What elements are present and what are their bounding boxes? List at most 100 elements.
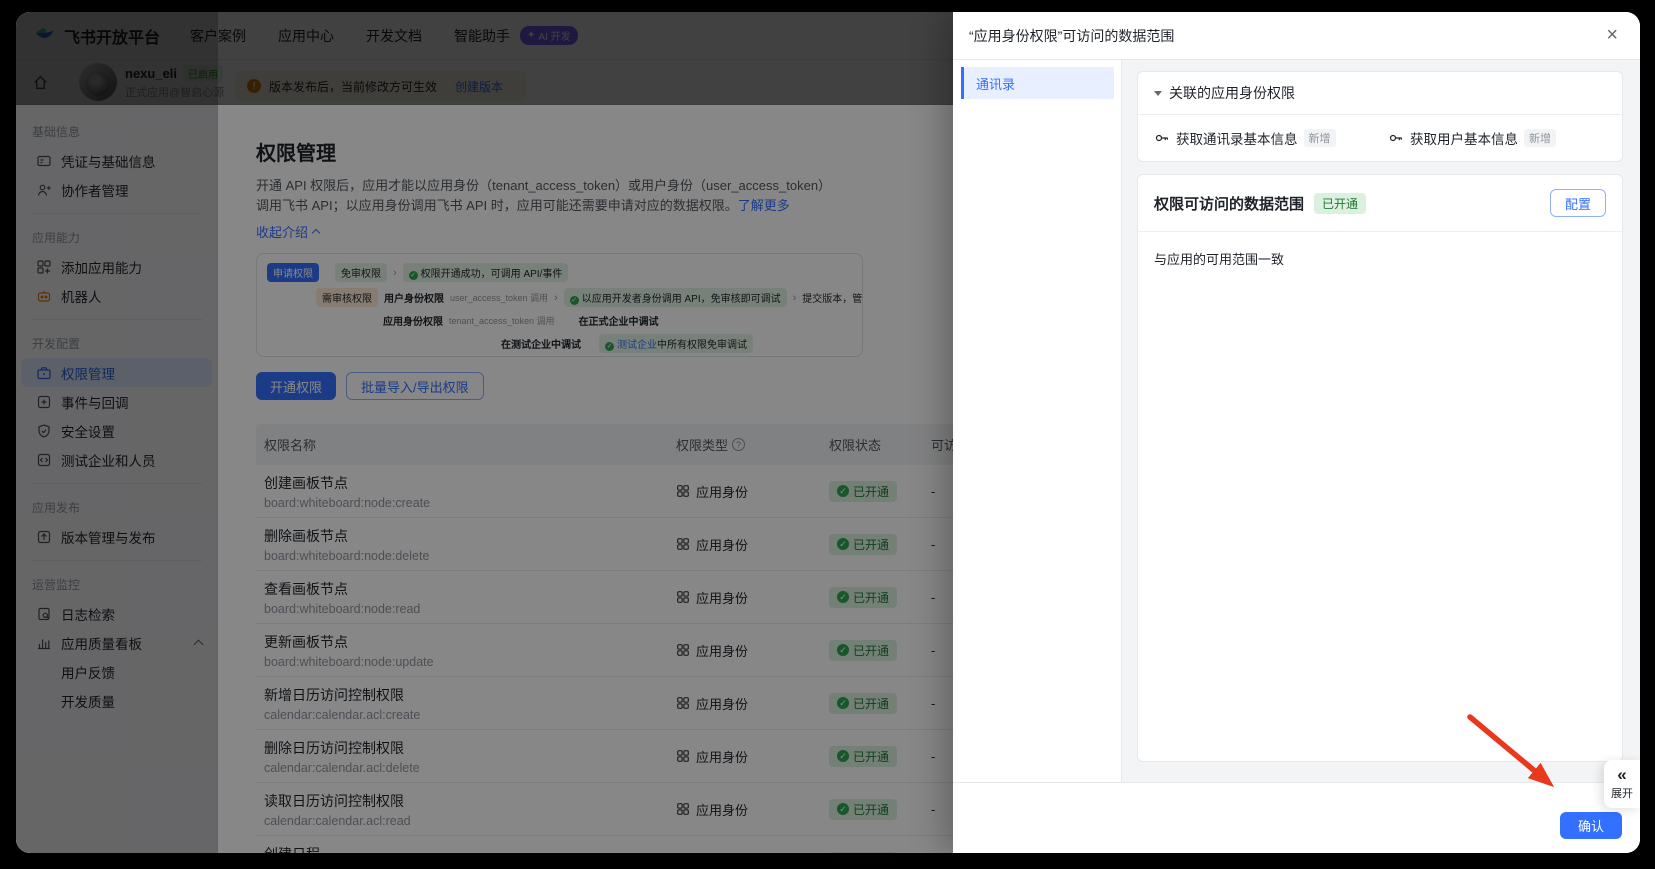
grid-icon	[677, 591, 689, 603]
double-chevron-left-icon: «	[1617, 765, 1627, 784]
sidebar-group-monitoring: 运营监控	[32, 578, 81, 592]
linked-permissions-header[interactable]: 关联的应用身份权限	[1138, 72, 1622, 115]
chevron-up-icon[interactable]	[193, 639, 204, 650]
check-icon: ✓	[837, 697, 849, 709]
sidebar-item-credentials[interactable]: 凭证与基础信息	[21, 146, 212, 175]
open-permission-button[interactable]: 开通权限	[256, 372, 337, 400]
status-badge: ✓已开通	[829, 639, 898, 661]
version-banner: ! 版本发布后，当前修改方可生效 创建版本	[235, 71, 527, 101]
permission-code: board:whiteboard:node:update	[264, 654, 434, 669]
code-square-icon	[37, 453, 51, 466]
action-buttons: 开通权限 批量导入/导出权限	[256, 372, 953, 400]
drawer-nav-contacts[interactable]: 通讯录	[961, 67, 1114, 99]
brand[interactable]: 飞书开放平台	[34, 24, 160, 48]
table-row[interactable]: 删除日历访问控制权限 calendar:calendar.acl:delete 应…	[256, 730, 953, 783]
table-row[interactable]: 新增日历访问控制权限 calendar:calendar.acl:create 应…	[256, 677, 953, 730]
sidebar-item-permissions[interactable]: 权限管理	[21, 358, 212, 387]
scope-value: -	[931, 483, 936, 499]
configure-button[interactable]: 配置	[1549, 189, 1606, 217]
learn-more-link[interactable]: 了解更多	[738, 198, 790, 213]
permission-name: 创建画板节点	[264, 474, 348, 491]
sidebar-item-dev-quality[interactable]: 开发质量	[21, 686, 212, 715]
status-badge: ✓已开通	[829, 798, 898, 820]
sidebar-item-add-capability[interactable]: 添加应用能力	[21, 252, 212, 281]
flow-row-2: 需审核权限 用户身份权限 user_access_token 调用 › ✓ 以应用开…	[316, 288, 862, 307]
home-icon[interactable]	[32, 74, 49, 91]
flow-test-free-badge: ✓ 测试企业中所有权限免审调试	[599, 334, 753, 353]
table-row[interactable]: 创建画板节点 board:whiteboard:node:create 应用身份 …	[256, 465, 953, 518]
sidebar-item-events[interactable]: 事件与回调	[21, 387, 212, 416]
nav-item-app-center[interactable]: 应用中心	[278, 26, 334, 46]
permission-code: calendar:calendar.acl:read	[264, 813, 411, 828]
data-scope-drawer: “应用身份权限”可访问的数据范围 × 通讯录 关联的应用身份权限 获取通讯录基本…	[953, 12, 1640, 853]
data-scope-body: 与应用的可用范围一致	[1154, 252, 1285, 267]
sidebar-group-release: 应用发布	[32, 501, 81, 515]
permission-name: 更新画板节点	[264, 633, 348, 650]
data-scope-title: 权限可访问的数据范围	[1154, 195, 1305, 213]
check-icon: ✓	[605, 342, 614, 351]
permission-name: 删除日历访问控制权限	[264, 739, 404, 756]
table-row[interactable]: 读取日历访问控制权限 calendar:calendar.acl:read 应用身…	[256, 783, 953, 836]
sidebar-item-collaborators[interactable]: 协作者管理	[21, 175, 212, 204]
sidebar-item-log-search[interactable]: 日志检索	[21, 599, 212, 628]
enabled-badge: 已启用	[183, 64, 224, 82]
close-icon[interactable]: ×	[1606, 24, 1618, 47]
sidebar-item-security[interactable]: 安全设置	[21, 416, 212, 445]
test-org-link[interactable]: 测试企业	[617, 340, 657, 351]
col-permission-status: 权限状态	[829, 438, 882, 453]
key-icon	[1389, 134, 1402, 142]
col-permission-name: 权限名称	[264, 438, 317, 453]
avatar[interactable]	[79, 63, 117, 101]
check-icon: ✓	[837, 644, 849, 656]
nav-item-docs[interactable]: 开发文档	[366, 26, 422, 46]
sidebar-item-bot[interactable]: 机器人	[21, 281, 212, 310]
expand-tab[interactable]: « 展开	[1604, 760, 1640, 808]
status-badge: ✓已开通	[829, 533, 898, 555]
upload-square-icon	[37, 530, 51, 543]
app-window: 飞书开放平台 客户案例 应用中心 开发文档 智能助手 ✦ AI 开发 nexu_…	[16, 12, 1640, 853]
scope-value: -	[931, 536, 936, 552]
create-version-link[interactable]: 创建版本	[455, 78, 503, 95]
scope-value: -	[931, 642, 936, 658]
table-row[interactable]: 创建日程calendar:calendar.event:create 应用身份 …	[256, 836, 953, 853]
drawer-footer: 确认	[953, 782, 1640, 853]
flow-no-review-badge: 免审权限	[335, 263, 387, 282]
table-row[interactable]: 删除画板节点 board:whiteboard:node:delete 应用身份 …	[256, 518, 953, 571]
app-identity: nexu_eli 已启用 正式应用@智启心源	[125, 64, 224, 100]
sidebar-item-version-release[interactable]: 版本管理与发布	[21, 522, 212, 551]
sidebar-item-test-org[interactable]: 测试企业和人员	[21, 445, 212, 474]
briefcase-icon	[37, 366, 51, 379]
grid-icon	[677, 485, 689, 497]
ai-dev-badge[interactable]: ✦ AI 开发	[520, 26, 578, 45]
nav-item-assistant[interactable]: 智能助手	[454, 26, 510, 46]
drawer-side-nav: 通讯录	[953, 60, 1122, 782]
scope-value: -	[931, 801, 936, 817]
permission-label: 获取用户基本信息	[1410, 132, 1518, 147]
sidebar-item-user-feedback[interactable]: 用户反馈	[21, 657, 212, 686]
sidebar: 基础信息 凭证与基础信息 协作者管理 应用能力 添加应用能力 机器人 开发配置 …	[16, 105, 218, 853]
confirm-button[interactable]: 确认	[1560, 812, 1622, 839]
caret-down-icon	[1154, 90, 1162, 96]
batch-import-export-button[interactable]: 批量导入/导出权限	[346, 372, 484, 400]
scope-value: -	[931, 748, 936, 764]
key-icon	[1155, 134, 1168, 142]
screen: 飞书开放平台 客户案例 应用中心 开发文档 智能助手 ✦ AI 开发 nexu_…	[0, 0, 1655, 869]
permission-code: board:whiteboard:node:create	[264, 495, 431, 510]
collapse-intro-link[interactable]: 收起介绍	[256, 222, 953, 241]
table-row[interactable]: 更新画板节点 board:whiteboard:node:update 应用身份 …	[256, 624, 953, 677]
permission-item: 获取用户基本信息 新增	[1388, 128, 1556, 148]
robot-icon	[37, 290, 51, 302]
bar-chart-icon	[38, 639, 50, 649]
help-icon[interactable]: ?	[732, 438, 746, 451]
permission-name: 查看画板节点	[264, 580, 348, 597]
sidebar-item-quality-dashboard[interactable]: 应用质量看板	[21, 628, 212, 657]
table-row[interactable]: 查看画板节点 board:whiteboard:node:read 应用身份 ✓ 已…	[256, 571, 953, 624]
arrow-right-icon: ›	[792, 291, 797, 304]
divider	[31, 213, 202, 214]
grid-icon	[677, 538, 689, 550]
nav-item-cases[interactable]: 客户案例	[190, 26, 246, 46]
flow-dev-debug-badge: ✓ 以应用开发者身份调用 API，免审核即可调试	[563, 288, 787, 307]
check-icon: ✓	[837, 538, 849, 550]
main-content: 权限管理 开通 API 权限后，应用才能以应用身份（tenant_access_…	[218, 105, 953, 853]
status-badge: ✓已开通	[829, 851, 898, 853]
